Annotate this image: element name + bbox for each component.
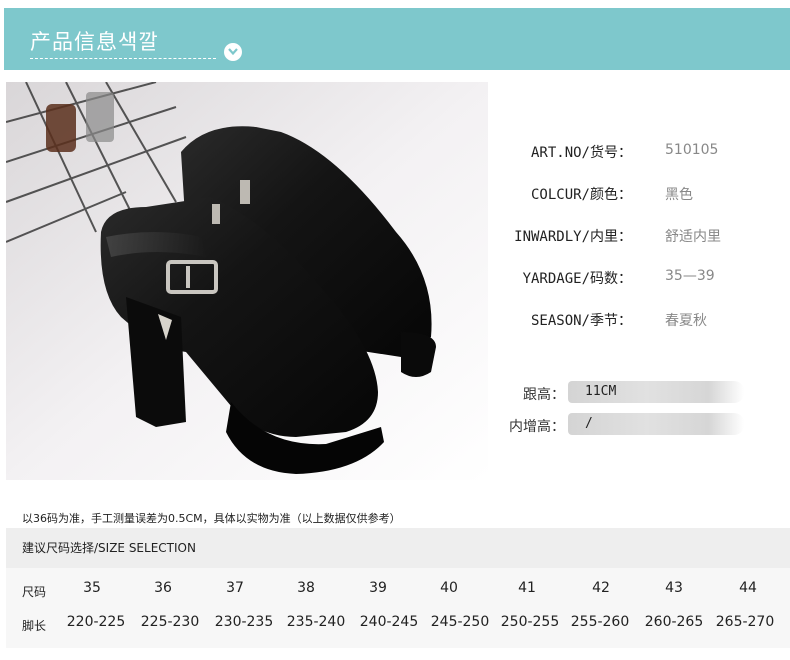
foot-length-cell: 230-235 [214, 614, 274, 630]
size-cell: 38 [297, 580, 315, 596]
spec-value: 舒适内里 [665, 229, 721, 245]
heel-height-value: 11CM [585, 384, 617, 399]
inner-lift-label: 内增高： [509, 419, 565, 435]
foot-length-row: 脚长 220-225 225-230 230-235 235-240 240-2… [6, 614, 790, 638]
size-cell: 36 [154, 580, 172, 596]
foot-length-cell: 225-230 [140, 614, 200, 630]
size-row: 尺码 35 36 37 38 39 40 41 42 43 44 [6, 580, 790, 604]
spec-row-size: YARDAGE/码数： 35—39 [490, 268, 790, 292]
inner-lift-value: / [585, 416, 593, 431]
spec-value: 春夏秋 [665, 313, 707, 329]
size-cell: 42 [592, 580, 610, 596]
spec-label: ART.NO/货号： [530, 145, 632, 161]
foot-length-cell: 260-265 [644, 614, 704, 630]
inner-lift-row: 内增高： / [490, 413, 790, 437]
section-header-banner: 产品信息색깔 [4, 8, 790, 70]
size-table-title: 建议尺码选择/SIZE SELECTION [22, 541, 196, 555]
spec-row-lining: INWARDLY/内里： 舒适内里 [490, 226, 790, 250]
size-table: 尺码 35 36 37 38 39 40 41 42 43 44 脚长 220-… [6, 568, 790, 648]
heel-height-label: 跟高： [523, 387, 565, 403]
size-cell: 40 [440, 580, 458, 596]
heel-height-row: 跟高： 11CM [490, 381, 790, 405]
size-cell: 37 [226, 580, 244, 596]
foot-length-cell: 235-240 [286, 614, 346, 630]
product-photo [6, 82, 488, 480]
size-row-label: 尺码 [22, 585, 47, 599]
spec-value: 黑色 [665, 187, 693, 203]
foot-length-cell: 255-260 [570, 614, 630, 630]
spec-row-color: COLCUR/颜色： 黑色 [490, 184, 790, 208]
inner-lift-bar [568, 413, 744, 435]
spec-label: YARDAGE/码数： [522, 271, 632, 287]
title-underline [30, 58, 216, 59]
spec-label: SEASON/季节： [530, 313, 632, 329]
size-cell: 43 [665, 580, 683, 596]
size-cell: 41 [518, 580, 536, 596]
foot-length-cell: 245-250 [430, 614, 490, 630]
spec-label: INWARDLY/内里： [514, 229, 632, 245]
size-cell: 39 [369, 580, 387, 596]
spec-row-art-no: ART.NO/货号： 510105 [490, 142, 790, 166]
spec-row-season: SEASON/季节： 春夏秋 [490, 310, 790, 334]
size-cell: 44 [739, 580, 757, 596]
size-table-header: 建议尺码选择/SIZE SELECTION [6, 528, 790, 568]
size-cell: 35 [83, 580, 101, 596]
spec-value: 35—39 [665, 268, 715, 284]
foot-length-cell: 250-255 [500, 614, 560, 630]
measurement-note: 以36码为准，手工测量误差为0.5CM，具体以实物为准（以上数据仅供参考） [22, 512, 401, 525]
foot-length-row-label: 脚长 [22, 619, 47, 633]
foot-length-cell: 265-270 [715, 614, 775, 630]
chevron-down-icon[interactable] [224, 43, 242, 61]
foot-length-cell: 240-245 [359, 614, 419, 630]
shoe-photo [6, 82, 488, 480]
spec-value: 510105 [665, 142, 719, 158]
spec-label: COLCUR/颜色： [530, 187, 632, 203]
foot-length-cell: 220-225 [66, 614, 126, 630]
section-title: 产品信息색깔 [30, 30, 159, 54]
